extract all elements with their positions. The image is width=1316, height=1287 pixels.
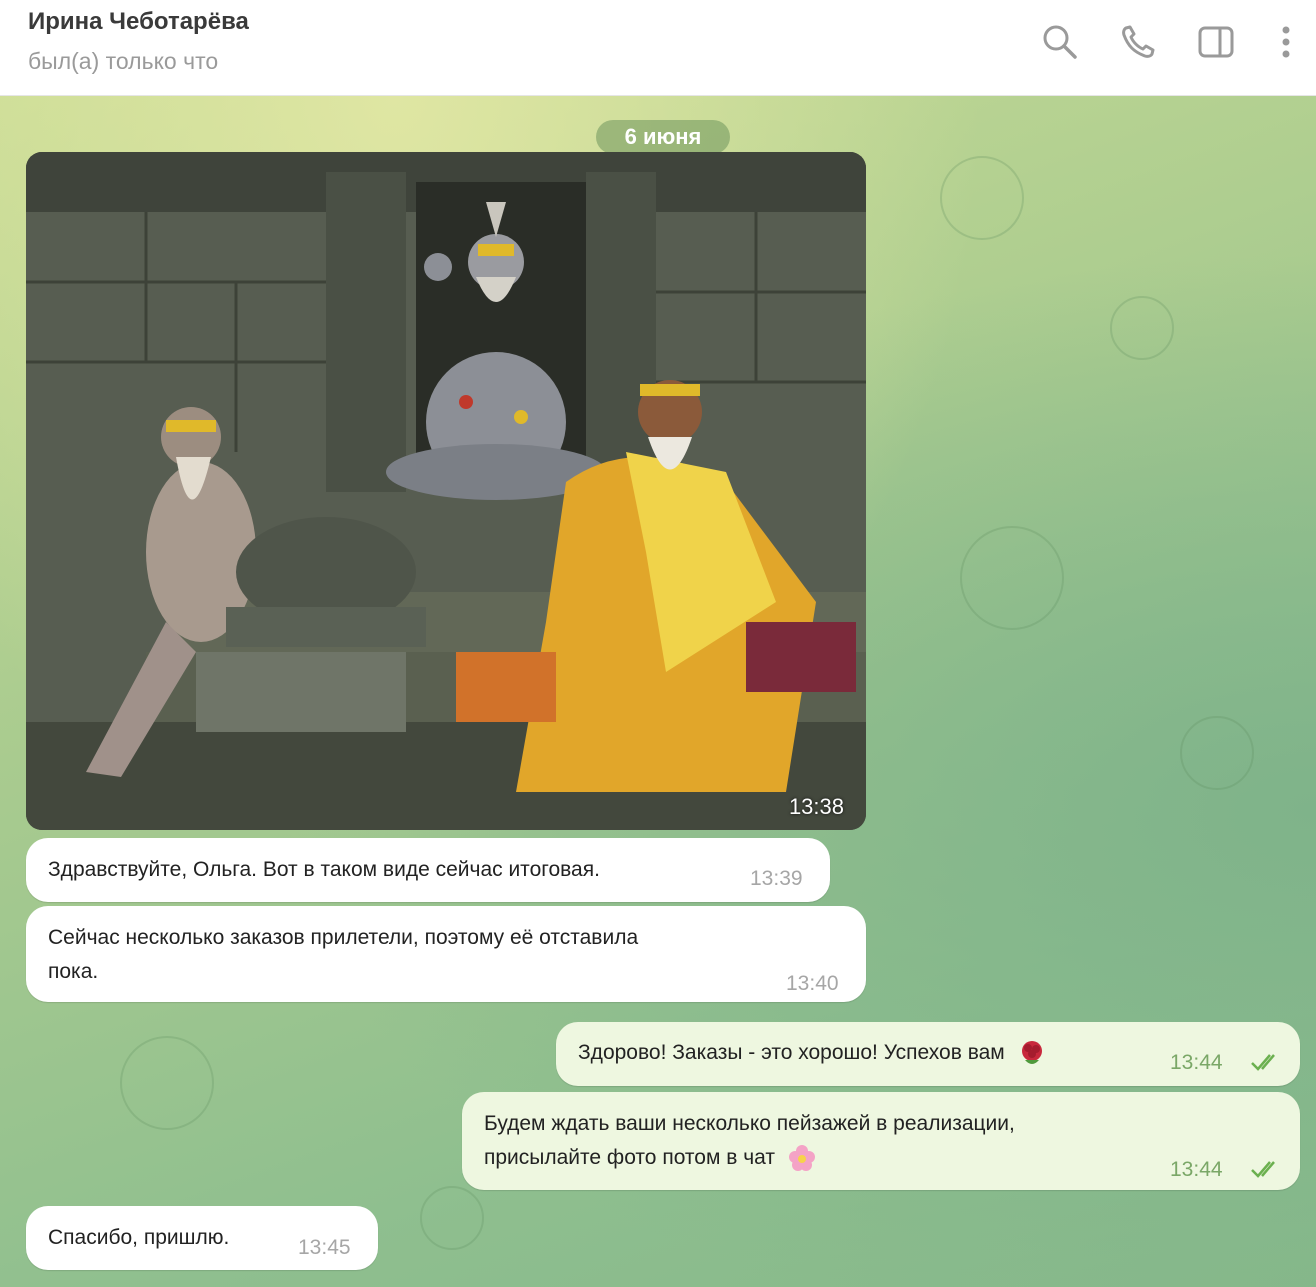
message-bubble-outgoing[interactable]: Будем ждать ваши несколько пейзажей в ре… <box>462 1092 1300 1190</box>
message-text: Спасибо, пришлю. <box>48 1226 230 1249</box>
message-time: 13:39 <box>750 867 803 890</box>
background-doodle <box>1110 296 1174 360</box>
blossom-emoji <box>788 1145 815 1172</box>
search-icon[interactable] <box>1038 20 1082 64</box>
message-text-row: присылайте фото потом в чат <box>484 1142 817 1174</box>
message-text: Здравствуйте, Ольга. Вот в таком виде се… <box>48 858 600 881</box>
message-text-line: присылайте фото потом в чат <box>484 1146 776 1169</box>
contact-status: был(а) только что <box>28 48 219 74</box>
message-bubble-incoming[interactable]: Спасибо, пришлю. 13:45 <box>26 1206 378 1270</box>
message-bubble-incoming[interactable]: Сейчас несколько заказов прилетели, поэт… <box>26 906 866 1002</box>
message-text-line: Будем ждать ваши несколько пейзажей в ре… <box>484 1112 1015 1135</box>
message-time: 13:40 <box>786 972 839 995</box>
message-text-line: Сейчас несколько заказов прилетели, поэт… <box>48 926 639 949</box>
more-vertical-icon[interactable] <box>1264 20 1308 64</box>
message-text-line: пока. <box>48 960 99 983</box>
background-doodle <box>940 156 1024 240</box>
photo-message[interactable]: 13:38 <box>26 152 866 830</box>
message-bubble-outgoing[interactable]: Здорово! Заказы - это хорошо! Успехов ва… <box>556 1022 1300 1086</box>
background-doodle <box>1180 716 1254 790</box>
background-doodle <box>960 526 1064 630</box>
photo-timestamp: 13:38 <box>788 794 844 819</box>
contact-name[interactable]: Ирина Чеботарёва <box>28 8 249 36</box>
message-time: 13:44 <box>1170 1158 1223 1181</box>
sidebar-panel-icon[interactable] <box>1194 20 1238 64</box>
message-time: 13:45 <box>298 1236 351 1259</box>
message-bubble-incoming[interactable]: Здравствуйте, Ольга. Вот в таком виде се… <box>26 838 830 902</box>
message-text: Здорово! Заказы - это хорошо! Успехов ва… <box>578 1041 1005 1064</box>
message-time: 13:44 <box>1170 1051 1223 1074</box>
date-separator: 6 июня <box>596 120 730 154</box>
phone-icon[interactable] <box>1116 20 1160 64</box>
background-doodle <box>120 1036 214 1130</box>
painting-illustration <box>26 152 866 830</box>
message-text-row: Здорово! Заказы - это хорошо! Успехов ва… <box>578 1037 1047 1069</box>
double-check-icon <box>1251 1054 1275 1071</box>
background-doodle <box>420 1186 484 1250</box>
chat-header: Ирина Чеботарёва был(а) только что <box>0 0 1316 96</box>
double-check-icon <box>1251 1161 1275 1178</box>
rose-emoji <box>1021 1041 1042 1065</box>
